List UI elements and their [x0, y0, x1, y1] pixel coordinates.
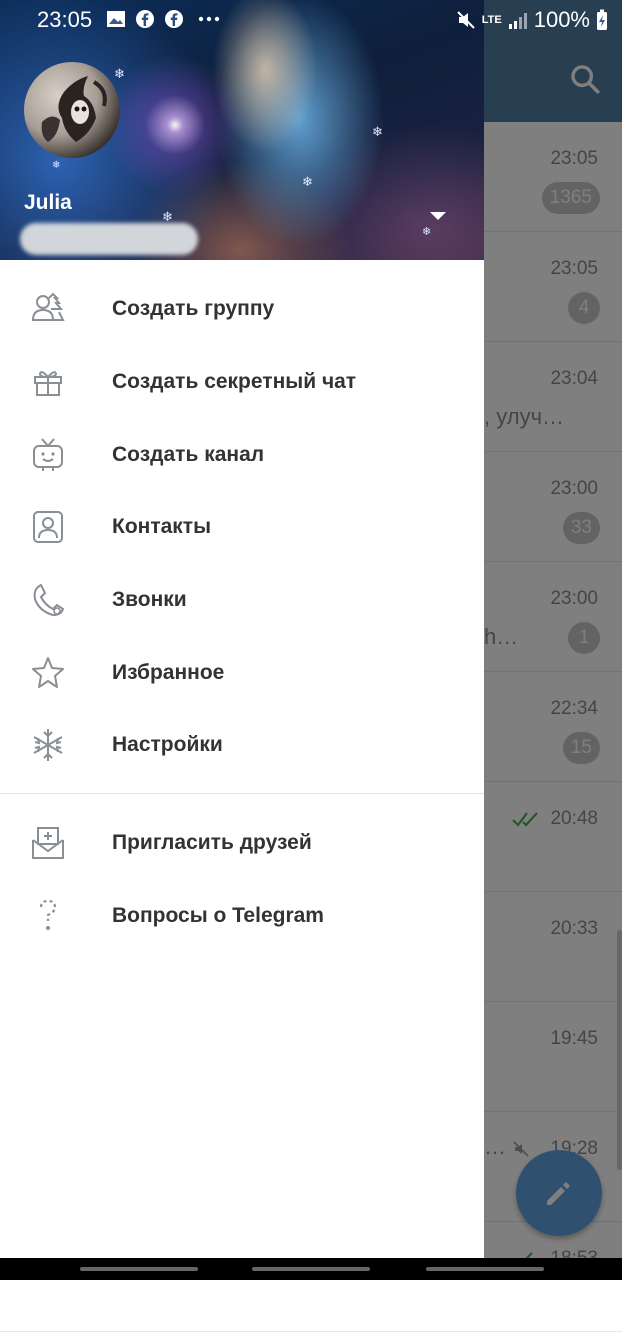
invite-envelope-icon [32, 827, 64, 860]
avatar-image [41, 76, 107, 142]
user-phone-redacted [20, 223, 198, 255]
snowflake-decoration: ❄ [52, 160, 61, 171]
menu-item-contacts[interactable]: Контакты [0, 491, 484, 564]
menu-item-label: Избранное [112, 660, 225, 684]
menu-divider [0, 793, 484, 794]
snowflake-decoration: ❄ [302, 174, 313, 189]
avatar[interactable] [24, 62, 120, 158]
drawer-menu: Создать группу Создать секретный чат Соз… [0, 273, 484, 782]
gallery-icon [107, 11, 125, 27]
signal-icon [508, 13, 527, 29]
menu-item-label: Контакты [112, 515, 212, 539]
chevron-down-icon[interactable] [428, 209, 448, 223]
battery-charging-icon [597, 9, 607, 30]
nav-home[interactable] [252, 1267, 370, 1271]
nav-recents[interactable] [426, 1267, 544, 1271]
status-time: 23:05 [37, 7, 93, 32]
drawer-header: ❄ ❄ ❄ ❄ ❄ ❄ Julia [0, 0, 484, 260]
star-icon [32, 656, 64, 688]
menu-item-label: Настройки [112, 733, 223, 757]
status-bar: 23:05 LTE 100% [0, 0, 622, 37]
menu-item-new-group[interactable]: Создать группу [0, 273, 484, 346]
group-icon [31, 292, 65, 322]
system-nav-bar [0, 1258, 622, 1280]
snowflake-decoration: ❄ [422, 226, 432, 238]
snowflake-icon [33, 729, 63, 762]
menu-item-label: Вопросы о Telegram [112, 904, 324, 928]
facebook-icon [136, 10, 154, 28]
question-icon [39, 899, 57, 931]
network-type: LTE [481, 13, 502, 26]
facebook-icon [165, 10, 183, 28]
gift-icon [34, 371, 62, 397]
drawer-menu-secondary: Пригласить друзей Вопросы о Telegram [0, 807, 484, 952]
more-notifications-icon [198, 16, 220, 22]
snowflake-decoration: ❄ [162, 209, 173, 224]
menu-item-label: Пригласить друзей [112, 831, 312, 855]
menu-item-settings[interactable]: Настройки [0, 709, 484, 782]
menu-item-secret-chat[interactable]: Создать секретный чат [0, 346, 484, 419]
tv-icon [33, 438, 63, 471]
navigation-drawer: ❄ ❄ ❄ ❄ ❄ ❄ Julia Создать группу Создать… [0, 0, 484, 1258]
menu-item-invite-friends[interactable]: Пригласить друзей [0, 807, 484, 880]
menu-item-saved[interactable]: Избранное [0, 636, 484, 709]
mute-icon [457, 11, 475, 29]
battery-percent: 100% [533, 7, 590, 32]
menu-item-label: Звонки [112, 588, 187, 612]
user-name: Julia [24, 191, 72, 214]
menu-item-label: Создать секретный чат [112, 370, 357, 394]
contacts-icon [33, 511, 63, 544]
phone-icon [33, 583, 65, 617]
nav-back[interactable] [80, 1267, 198, 1271]
menu-item-calls[interactable]: Звонки [0, 564, 484, 637]
menu-item-label: Создать канал [112, 442, 265, 466]
snowflake-decoration: ❄ [372, 124, 383, 139]
menu-item-telegram-faq[interactable]: Вопросы о Telegram [0, 880, 484, 953]
menu-item-new-channel[interactable]: Создать канал [0, 418, 484, 491]
menu-item-label: Создать группу [112, 297, 275, 321]
status-right-group: LTE 100% [456, 7, 608, 33]
